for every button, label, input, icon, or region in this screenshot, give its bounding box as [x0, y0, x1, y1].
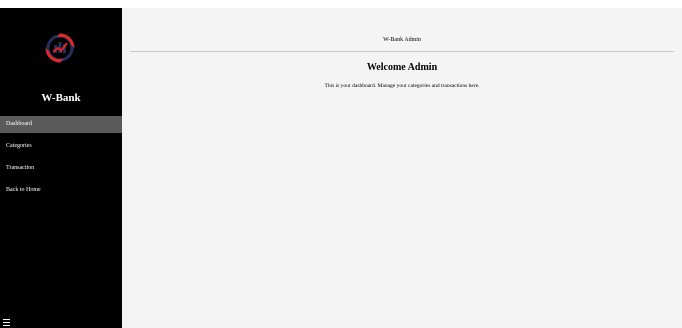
page-description: This is your dashboard. Manage your cate… — [324, 83, 480, 89]
sidebar-item-categories[interactable]: Categories — [0, 138, 122, 155]
brand-name: W-Bank — [41, 92, 81, 104]
top-header: W-Bank Admin — [130, 8, 674, 52]
sidebar-item-back-to-home[interactable]: Back to Home — [0, 182, 122, 199]
sidebar: W-Bank Dashboard Categories Transaction … — [0, 8, 122, 328]
sidebar-item-transaction[interactable]: Transaction — [0, 160, 122, 177]
wbank-logo-icon — [44, 32, 76, 64]
page-title: Welcome Admin — [366, 62, 438, 73]
sidebar-nav: Dashboard Categories Transaction Back to… — [0, 116, 122, 204]
main-content: W-Bank Admin Welcome Admin This is your … — [122, 8, 682, 328]
sidebar-item-dashboard[interactable]: Dashboard — [0, 116, 122, 133]
admin-app: W-Bank Dashboard Categories Transaction … — [0, 0, 682, 328]
header-title: W-Bank Admin — [383, 37, 421, 43]
hamburger-menu-icon[interactable] — [3, 319, 10, 326]
